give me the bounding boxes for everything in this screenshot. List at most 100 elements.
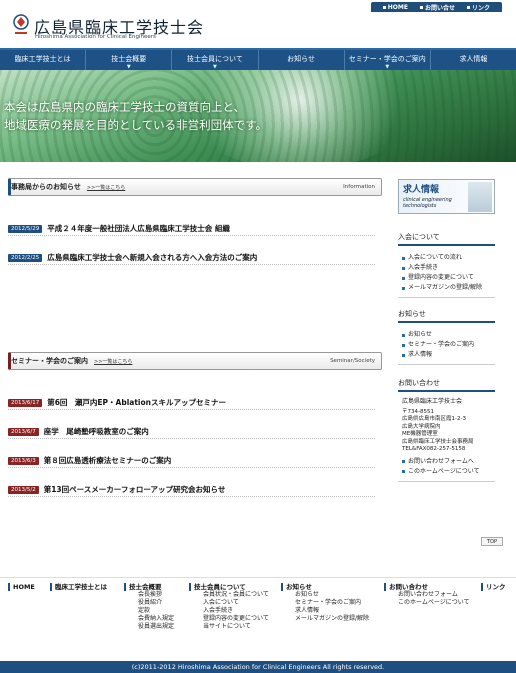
sidebar-link[interactable]: メールマガジンの登録/解除: [402, 283, 495, 293]
footer-link[interactable]: 役員選出規定: [124, 623, 174, 631]
footer-link-about[interactable]: 臨床工学技士とは: [50, 583, 107, 591]
footer-link-links[interactable]: リンク: [481, 583, 506, 591]
bullet-icon: [382, 5, 386, 9]
global-nav: 臨床工学技士とは 技士会概要 ▼ 技士会員について ▼ お知らせ セミナー・学会のご…: [0, 48, 516, 70]
bullet-icon: [419, 5, 423, 9]
section-en-label: Seminar/Society: [330, 358, 375, 364]
footer-link-home[interactable]: HOME: [8, 583, 35, 591]
contact-line: TEL&FAX082-257-5158: [402, 446, 466, 452]
nav-item-what-is-ce[interactable]: 臨床工学技士とは: [0, 50, 87, 70]
nav-item-seminar[interactable]: セミナー・学会のご案内 ▼: [345, 50, 431, 70]
bullet-icon: [402, 353, 405, 357]
footer-link[interactable]: お知らせ: [281, 591, 369, 599]
date-badge: 2012/2/25: [8, 253, 43, 262]
bullet-icon: [402, 333, 405, 337]
date-badge: 2013/6/7: [8, 427, 39, 436]
site-header: 広島県臨床工学技士会 Hiroshima Association for Cli…: [0, 12, 516, 48]
footer-col-home: HOME: [8, 583, 35, 591]
seminar-title[interactable]: 第13回ペースメーカーフォローアップ研究会お知らせ: [44, 484, 226, 495]
footer-link[interactable]: 登録内容の変更について: [189, 615, 269, 623]
footer-link[interactable]: このホームページについて: [384, 599, 470, 607]
bullet-icon: [402, 266, 405, 270]
news-item[interactable]: 2012/5/29 平成２４年度一般社団法人広島県臨床工学技士会 組織: [8, 222, 375, 236]
sidebar-contact: お問い合わせ 広島県臨床工学技士会 〒734-8551 広島県広島市南区霞1-2…: [398, 378, 495, 482]
banner-photo: [468, 182, 492, 212]
seminar-item[interactable]: 2013/5/2 第13回ペースメーカーフォローアップ研究会お知らせ: [8, 483, 375, 497]
footer-col-contact: お問い合わせ お問い合わせフォーム このホームページについて: [384, 583, 470, 607]
footer-link[interactable]: 役員紹介: [124, 599, 174, 607]
sidebar-link[interactable]: 登録内容の変更について: [402, 273, 495, 283]
view-all-link[interactable]: >>一覧はこちら: [87, 184, 125, 191]
utility-bar: HOME お問い合せ リンク: [0, 0, 516, 12]
bullet-icon: [402, 470, 405, 473]
seminar-item[interactable]: 2013/6/17 第6回 瀬戸内EP・Ablationスキルアップセミナー: [8, 396, 375, 410]
seminar-title[interactable]: 座学 尾崎塾呼吸教室のご案内: [44, 426, 149, 437]
hero-line-1: 本会は広島県内の臨床工学技士の資質向上と、: [4, 100, 246, 114]
date-badge: 2013/6/3: [8, 456, 39, 465]
footer-col-members: 技士会員について 会員状況・会員について 入会について 入会手続き 登録内容の変…: [189, 583, 269, 631]
nav-item-news[interactable]: お知らせ: [259, 50, 345, 70]
footer-col-about: 臨床工学技士とは: [50, 583, 107, 591]
sidebar-link[interactable]: 入会手続き: [402, 263, 495, 273]
sidebar-link[interactable]: このホームページについて: [402, 467, 495, 477]
logo-icon[interactable]: [12, 14, 30, 38]
contact-line: 広島県広島市南区霞1-2-3: [402, 416, 466, 422]
footer-link[interactable]: 定款: [124, 607, 174, 615]
utility-links: HOME お問い合せ リンク: [370, 2, 502, 12]
date-badge: 2013/6/17: [8, 398, 43, 407]
footer-link[interactable]: 求人情報: [281, 607, 369, 615]
footer-link[interactable]: 会長挨拶: [124, 591, 174, 599]
nav-item-members[interactable]: 技士会員について ▼: [172, 50, 259, 70]
footer-link[interactable]: メールマガジンの登録/解除: [281, 615, 369, 623]
seminar-title[interactable]: 第6回 瀬戸内EP・Ablationスキルアップセミナー: [47, 397, 226, 408]
site-subtitle: Hiroshima Association for Clinical Engin…: [35, 34, 156, 40]
news-item[interactable]: 2012/2/25 広島県臨床工学技士会へ新規入会される方へ入会方法のご案内: [8, 251, 375, 265]
divider: [398, 480, 495, 482]
hero-text: 本会は広島県内の臨床工学技士の資質向上と、 地域医療の発展を目的としている非営利…: [4, 98, 267, 134]
footer-heading[interactable]: お知らせ: [281, 583, 369, 591]
contact-org: 広島県臨床工学技士会: [402, 398, 463, 405]
sidebar-link[interactable]: 求人情報: [402, 350, 495, 360]
utility-link-contact[interactable]: お問い合せ: [419, 3, 455, 12]
hero-line-2: 地域医療の発展を目的としている非営利団体です。: [4, 118, 268, 132]
sidebar-link[interactable]: セミナー・学会のご案内: [402, 340, 495, 350]
date-badge: 2013/5/2: [8, 485, 39, 494]
nav-item-overview[interactable]: 技士会概要 ▼: [86, 50, 173, 70]
news-title[interactable]: 平成２４年度一般社団法人広島県臨床工学技士会 組織: [47, 223, 230, 234]
footer-link[interactable]: 入会手続き: [189, 607, 269, 615]
footer-heading[interactable]: 技士会員について: [189, 583, 269, 591]
date-badge: 2012/5/29: [8, 224, 43, 233]
banner-subtitle: clinical engineering technologists: [403, 197, 452, 209]
bullet-icon: [466, 5, 470, 9]
section-title: セミナー・学会のご案内: [11, 357, 88, 365]
utility-link-home[interactable]: HOME: [382, 4, 408, 11]
footer-link[interactable]: お問い合わせフォーム: [384, 591, 470, 599]
seminar-title[interactable]: 第８回広島透析療法セミナーのご案内: [44, 455, 172, 466]
view-all-link[interactable]: >>一覧はこちら: [94, 358, 132, 365]
back-to-top-button[interactable]: TOP: [481, 537, 503, 546]
footer-heading[interactable]: お問い合わせ: [384, 583, 470, 591]
news-title[interactable]: 広島県臨床工学技士会へ新規入会される方へ入会方法のご案内: [47, 252, 257, 263]
divider: [398, 297, 495, 298]
sidebar-link[interactable]: お問い合わせフォームへ: [402, 457, 495, 467]
contact-line: 広島大学病院内: [402, 423, 441, 430]
contact-address: 広島県臨床工学技士会 〒734-8551 広島県広島市南区霞1-2-3 広島大学…: [398, 398, 495, 454]
seminar-item[interactable]: 2013/6/3 第８回広島透析療法セミナーのご案内: [8, 454, 375, 468]
sidebar-heading: お問い合わせ: [398, 378, 495, 392]
footer-link[interactable]: 入会について: [189, 599, 269, 607]
sidebar-link[interactable]: 入会についての流れ: [402, 253, 495, 263]
footer-heading[interactable]: 技士会概要: [124, 583, 174, 591]
nav-item-jobs[interactable]: 求人情報: [431, 50, 516, 70]
footer-link[interactable]: 当サイトについて: [189, 623, 269, 631]
footer-link[interactable]: セミナー・学会のご案内: [281, 599, 369, 607]
bullet-icon: [402, 460, 405, 463]
seminar-item[interactable]: 2013/6/7 座学 尾崎塾呼吸教室のご案内: [8, 425, 375, 439]
sidebar-link[interactable]: お知らせ: [402, 330, 495, 340]
footer-link[interactable]: 会費納入規定: [124, 615, 174, 623]
jobs-banner[interactable]: 求人情報 clinical engineering technologists: [398, 179, 495, 214]
contact-line: 〒734-8551: [402, 408, 434, 415]
utility-link-links[interactable]: リンク: [466, 3, 490, 12]
footer-link[interactable]: 会員状況・会員について: [189, 591, 269, 599]
bullet-icon: [402, 286, 405, 290]
section-en-label: Information: [343, 184, 375, 190]
